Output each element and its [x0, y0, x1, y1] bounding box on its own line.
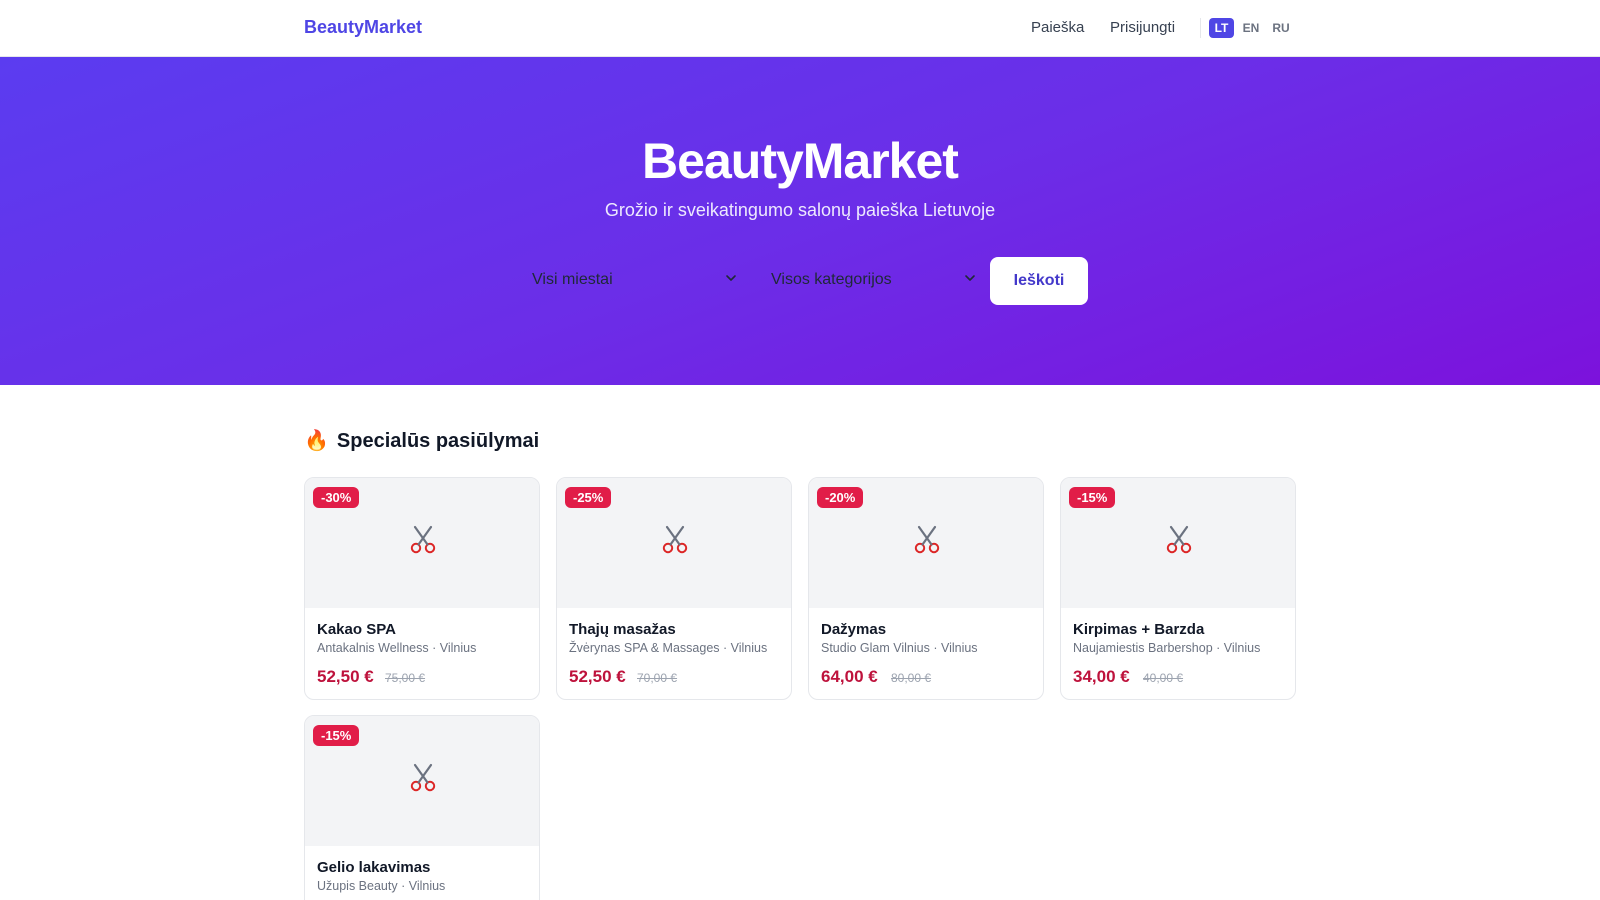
- offer-image-placeholder: -15%: [305, 716, 539, 846]
- top-navbar: BeautyMarket Paieška Prisijungti LT EN R…: [0, 0, 1600, 57]
- offer-salon: Studio Glam Vilnius · Vilnius: [821, 641, 978, 655]
- offer-image-placeholder: -25%: [557, 478, 791, 608]
- offer-old-price: 75,00 €: [385, 671, 426, 685]
- city-select-value: Visi miestai: [532, 271, 613, 288]
- offer-old-price: 70,00 €: [637, 671, 678, 685]
- offer-card[interactable]: -15% Gelio lakavimas Užupis Beauty · Vil…: [304, 715, 540, 900]
- language-en-button[interactable]: EN: [1240, 18, 1262, 38]
- offer-name: Kakao SPA: [317, 621, 396, 638]
- offer-price: 52,50 €: [317, 667, 374, 686]
- offer-salon: Antakalnis Wellness · Vilnius: [317, 641, 477, 655]
- offer-price: 34,00 €: [1073, 667, 1130, 686]
- offer-name: Gelio lakavimas: [317, 859, 431, 876]
- offer-salon: Žvėrynas SPA & Massages · Vilnius: [569, 641, 768, 655]
- nav-login-link[interactable]: Prisijungti: [1110, 19, 1175, 36]
- section-title-text: Specialūs pasiūlymai: [336, 430, 540, 452]
- nav-divider: [1200, 18, 1201, 38]
- offer-salon: Naujamiestis Barbershop · Vilnius: [1073, 641, 1261, 655]
- offer-old-price: 40,00 €: [1143, 671, 1184, 685]
- discount-badge: -25%: [565, 487, 612, 508]
- offer-name: Thajų masažas: [569, 621, 676, 638]
- scissors-icon: [1166, 525, 1192, 554]
- offer-card[interactable]: -15% Kirpimas + Barzda Naujamiestis Barb…: [1060, 477, 1296, 700]
- discount-badge: -20%: [817, 487, 864, 508]
- language-ru-button[interactable]: RU: [1270, 18, 1292, 38]
- discount-badge: -30%: [313, 487, 360, 508]
- offer-price: 52,50 €: [569, 667, 626, 686]
- chevron-down-icon: [726, 275, 736, 281]
- category-select[interactable]: Visos kategorijos: [771, 257, 977, 305]
- hero-subtitle: Grožio ir sveikatingumo salonų paieška L…: [604, 200, 996, 220]
- offer-name: Dažymas: [821, 621, 887, 638]
- section-title: 🔥 Specialūs pasiūlymai: [304, 428, 539, 453]
- offer-card[interactable]: -30% Kakao SPA Antakalnis Wellness · Vil…: [304, 477, 540, 700]
- hero-banner: BeautyMarket Grožio ir sveikatingumo sal…: [0, 57, 1600, 385]
- offer-image-placeholder: -20%: [809, 478, 1043, 608]
- discount-badge: -15%: [1069, 487, 1116, 508]
- scissors-icon: [914, 525, 940, 554]
- offer-name: Kirpimas + Barzda: [1073, 621, 1205, 638]
- offer-card[interactable]: -25% Thajų masažas Žvėrynas SPA & Massag…: [556, 477, 792, 700]
- scissors-icon: [410, 763, 436, 792]
- city-select[interactable]: Visi miestai: [532, 257, 738, 305]
- chevron-down-icon: [965, 275, 975, 281]
- offer-image-placeholder: -30%: [305, 478, 539, 608]
- offer-price: 64,00 €: [821, 667, 878, 686]
- discount-badge: -15%: [313, 725, 360, 746]
- scissors-icon: [662, 525, 688, 554]
- offer-salon: Užupis Beauty · Vilnius: [317, 879, 446, 893]
- fire-icon: 🔥: [304, 430, 329, 452]
- logo[interactable]: BeautyMarket: [304, 17, 422, 38]
- language-lt-button[interactable]: LT: [1209, 18, 1234, 38]
- offer-old-price: 80,00 €: [891, 671, 932, 685]
- scissors-icon: [410, 525, 436, 554]
- search-button[interactable]: Ieškoti: [990, 257, 1088, 305]
- hero-title: BeautyMarket: [642, 133, 959, 189]
- offer-image-placeholder: -15%: [1061, 478, 1295, 608]
- category-select-value: Visos kategorijos: [771, 271, 892, 288]
- offer-card[interactable]: -20% Dažymas Studio Glam Vilnius · Vilni…: [808, 477, 1044, 700]
- nav-search-link[interactable]: Paieška: [1031, 19, 1084, 36]
